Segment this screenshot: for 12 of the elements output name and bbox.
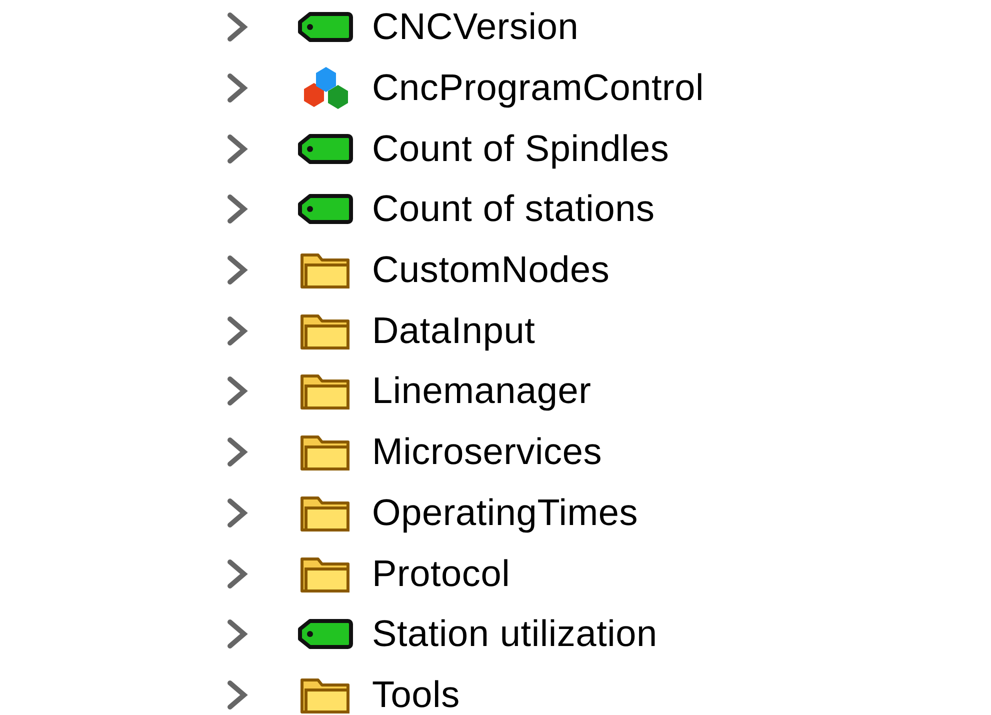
tree-item-label[interactable]: Tools: [372, 674, 460, 715]
tree-item-label[interactable]: OperatingTimes: [372, 492, 638, 534]
tree-item-label[interactable]: Protocol: [372, 552, 510, 595]
tree-item-label[interactable]: CNCVersion: [372, 6, 579, 48]
tree-item-label[interactable]: CncProgramControl: [372, 67, 704, 110]
tree-item-label[interactable]: Linemanager: [372, 370, 592, 412]
tree-item-label[interactable]: Microservices: [372, 431, 602, 474]
tree-item-label[interactable]: CustomNodes: [372, 249, 610, 292]
tree-item-label[interactable]: Count of Spindles: [372, 128, 670, 170]
tree-item-label[interactable]: Count of stations: [372, 188, 655, 230]
tree-item-label[interactable]: DataInput: [372, 310, 536, 352]
tree-item-label[interactable]: Station utilization: [372, 613, 658, 656]
